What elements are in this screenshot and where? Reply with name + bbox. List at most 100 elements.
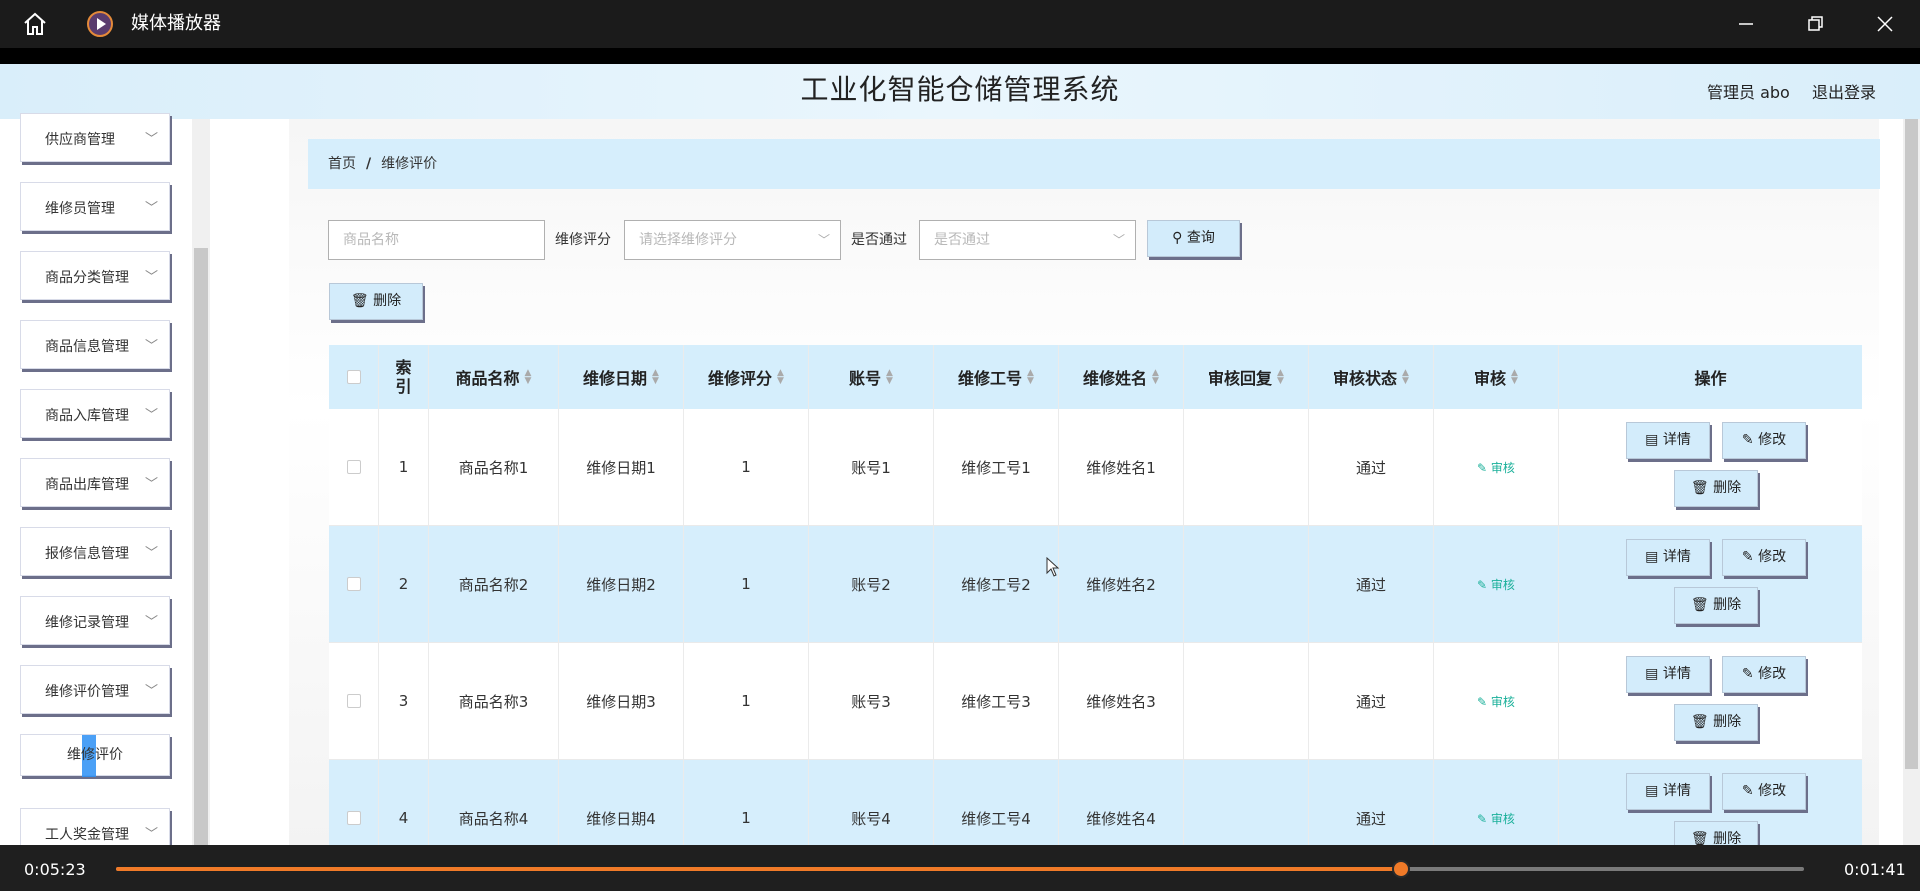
- cell-reply: [1184, 409, 1309, 525]
- column-header-label: 维修工号: [958, 369, 1023, 388]
- trash-icon: 🗑: [1690, 831, 1714, 845]
- cell-reply: [1184, 643, 1309, 759]
- column-header-label: 维修评分: [708, 369, 773, 388]
- app-header: 工业化智能仓储管理系统 管理员 abo 退出登录: [0, 64, 1920, 119]
- restore-icon[interactable]: [1803, 12, 1827, 36]
- sidebar-scrollbar[interactable]: [192, 119, 210, 845]
- pen-icon: ✎: [1477, 694, 1491, 709]
- edit-button[interactable]: ✎ 修改: [1722, 539, 1806, 576]
- detail-button[interactable]: ▤ 详情: [1626, 539, 1710, 576]
- seek-handle[interactable]: [1392, 860, 1411, 878]
- delete-button[interactable]: 🗑 删除: [1674, 704, 1758, 741]
- main-scrollbar[interactable]: [1903, 119, 1920, 845]
- sort-icon: ▲ ▼: [1277, 368, 1284, 386]
- remaining-time: 0:01:41: [1844, 860, 1906, 879]
- column-header-account[interactable]: 账号 ▲ ▼: [809, 345, 934, 409]
- sidebar-item-inbound[interactable]: 商品入库管理 ﹀: [20, 389, 170, 438]
- sort-icon: ▲ ▼: [524, 368, 532, 386]
- chevron-down-icon: ﹀: [145, 615, 159, 630]
- rating-label: 维修评分: [555, 232, 611, 248]
- seek-bar[interactable]: [116, 860, 1804, 878]
- row-checkbox[interactable]: [346, 811, 361, 825]
- column-header-reply[interactable]: 审核回复 ▲ ▼: [1184, 345, 1309, 409]
- submenu-item-label: 维修评价: [67, 747, 123, 763]
- sidebar-item-repair-review[interactable]: 维修评价管理 ﹀: [20, 665, 170, 714]
- sidebar-item-outbound[interactable]: 商品出库管理 ﹀: [20, 458, 170, 507]
- cell-worker-id: 维修工号3: [934, 643, 1059, 759]
- search-button[interactable]: ⚲ 查询: [1147, 220, 1240, 257]
- sidebar-item-repair-record[interactable]: 维修记录管理 ﹀: [20, 596, 170, 645]
- sidebar-item-repairman[interactable]: 维修员管理 ﹀: [20, 182, 170, 231]
- row-checkbox[interactable]: [346, 460, 361, 474]
- sidebar-item-label: 商品分类管理: [45, 270, 129, 286]
- pass-select[interactable]: 是否通过 ﹀: [919, 220, 1136, 260]
- column-header-label: 维修日期: [583, 369, 648, 388]
- audit-link[interactable]: ✎ 审核: [1477, 810, 1515, 827]
- column-header-label: 账号: [849, 369, 882, 388]
- sidebar-item-label: 供应商管理: [45, 132, 115, 148]
- edit-button[interactable]: ✎ 修改: [1722, 422, 1806, 459]
- minimize-icon[interactable]: [1734, 12, 1758, 36]
- column-header-product-name[interactable]: 商品名称 ▲ ▼: [429, 345, 559, 409]
- column-header-worker-name[interactable]: 维修姓名 ▲ ▼: [1059, 345, 1184, 409]
- sidebar-item-bonus[interactable]: 工人奖金管理 ﹀: [20, 808, 170, 845]
- sidebar-item-supplier[interactable]: 供应商管理 ﹀: [20, 113, 170, 162]
- cell-product-name: 商品名称1: [429, 409, 559, 525]
- column-header-actions: 操作: [1559, 345, 1862, 409]
- row-checkbox[interactable]: [346, 694, 361, 708]
- bulk-delete-button[interactable]: 🗑 删除: [329, 283, 423, 320]
- column-header-index[interactable]: 索引: [379, 345, 429, 409]
- delete-button-label: 删除: [1713, 831, 1742, 845]
- cell-index: 2: [379, 526, 429, 642]
- column-header-audit[interactable]: 审核 ▲ ▼: [1434, 345, 1559, 409]
- sidebar-scrollbar-thumb[interactable]: [194, 248, 208, 845]
- select-all-checkbox[interactable]: [346, 370, 361, 384]
- detail-button[interactable]: ▤ 详情: [1626, 422, 1710, 459]
- cell-repair-date: 维修日期1: [559, 409, 684, 525]
- column-header-repair-score[interactable]: 维修评分 ▲ ▼: [684, 345, 809, 409]
- cell-worker-id: 维修工号4: [934, 760, 1059, 845]
- cell-account: 账号2: [809, 526, 934, 642]
- column-header-label: 审核回复: [1208, 369, 1273, 388]
- row-checkbox-cell: [329, 643, 379, 759]
- table-row: 3 商品名称3 维修日期3 1 账号3 维修工号3 维修姓名3 通过 ✎ 审核 …: [329, 643, 1862, 760]
- delete-button[interactable]: 🗑 删除: [1674, 821, 1758, 845]
- row-checkbox[interactable]: [346, 577, 361, 591]
- main-scrollbar-thumb[interactable]: [1905, 119, 1918, 769]
- chevron-down-icon: ﹀: [817, 233, 830, 247]
- pass-select-placeholder: 是否通过: [934, 232, 990, 248]
- pen-icon: ✎: [1477, 811, 1491, 826]
- cell-worker-name: 维修姓名3: [1059, 643, 1184, 759]
- sort-icon: ▲ ▼: [1402, 368, 1409, 386]
- audit-link[interactable]: ✎ 审核: [1477, 459, 1515, 476]
- detail-button[interactable]: ▤ 详情: [1626, 656, 1710, 693]
- cell-reply: [1184, 760, 1309, 845]
- audit-link[interactable]: ✎ 审核: [1477, 693, 1515, 710]
- delete-button[interactable]: 🗑 删除: [1674, 587, 1758, 624]
- document-icon: ▤: [1645, 549, 1663, 565]
- edit-button[interactable]: ✎ 修改: [1722, 773, 1806, 810]
- rating-select[interactable]: 请选择维修评分 ﹀: [624, 220, 841, 260]
- sidebar-item-product[interactable]: 商品信息管理 ﹀: [20, 320, 170, 369]
- column-header-repair-date[interactable]: 维修日期 ▲ ▼: [559, 345, 684, 409]
- home-icon[interactable]: [22, 12, 48, 36]
- close-icon[interactable]: [1873, 12, 1897, 36]
- submenu-item-repair-review[interactable]: 维修评价: [20, 734, 170, 777]
- logout-link[interactable]: 退出登录: [1812, 79, 1876, 103]
- sort-icon: ▲ ▼: [1152, 368, 1159, 386]
- column-header-worker-id[interactable]: 维修工号 ▲ ▼: [934, 345, 1059, 409]
- edit-button[interactable]: ✎ 修改: [1722, 656, 1806, 693]
- column-header-status[interactable]: 审核状态 ▲ ▼: [1309, 345, 1434, 409]
- sidebar-item-label: 维修记录管理: [45, 615, 129, 631]
- delete-button[interactable]: 🗑 删除: [1674, 470, 1758, 507]
- breadcrumb-home[interactable]: 首页: [328, 156, 356, 172]
- audit-link[interactable]: ✎ 审核: [1477, 576, 1515, 593]
- row-checkbox-cell: [329, 526, 379, 642]
- detail-button[interactable]: ▤ 详情: [1626, 773, 1710, 810]
- product-name-input[interactable]: 商品名称: [328, 220, 545, 260]
- sidebar-item-repair-report[interactable]: 报修信息管理 ﹀: [20, 527, 170, 576]
- search-button-label: 查询: [1186, 230, 1215, 246]
- document-icon: ▤: [1645, 432, 1663, 448]
- sidebar-item-category[interactable]: 商品分类管理 ﹀: [20, 251, 170, 300]
- cell-worker-name: 维修姓名4: [1059, 760, 1184, 845]
